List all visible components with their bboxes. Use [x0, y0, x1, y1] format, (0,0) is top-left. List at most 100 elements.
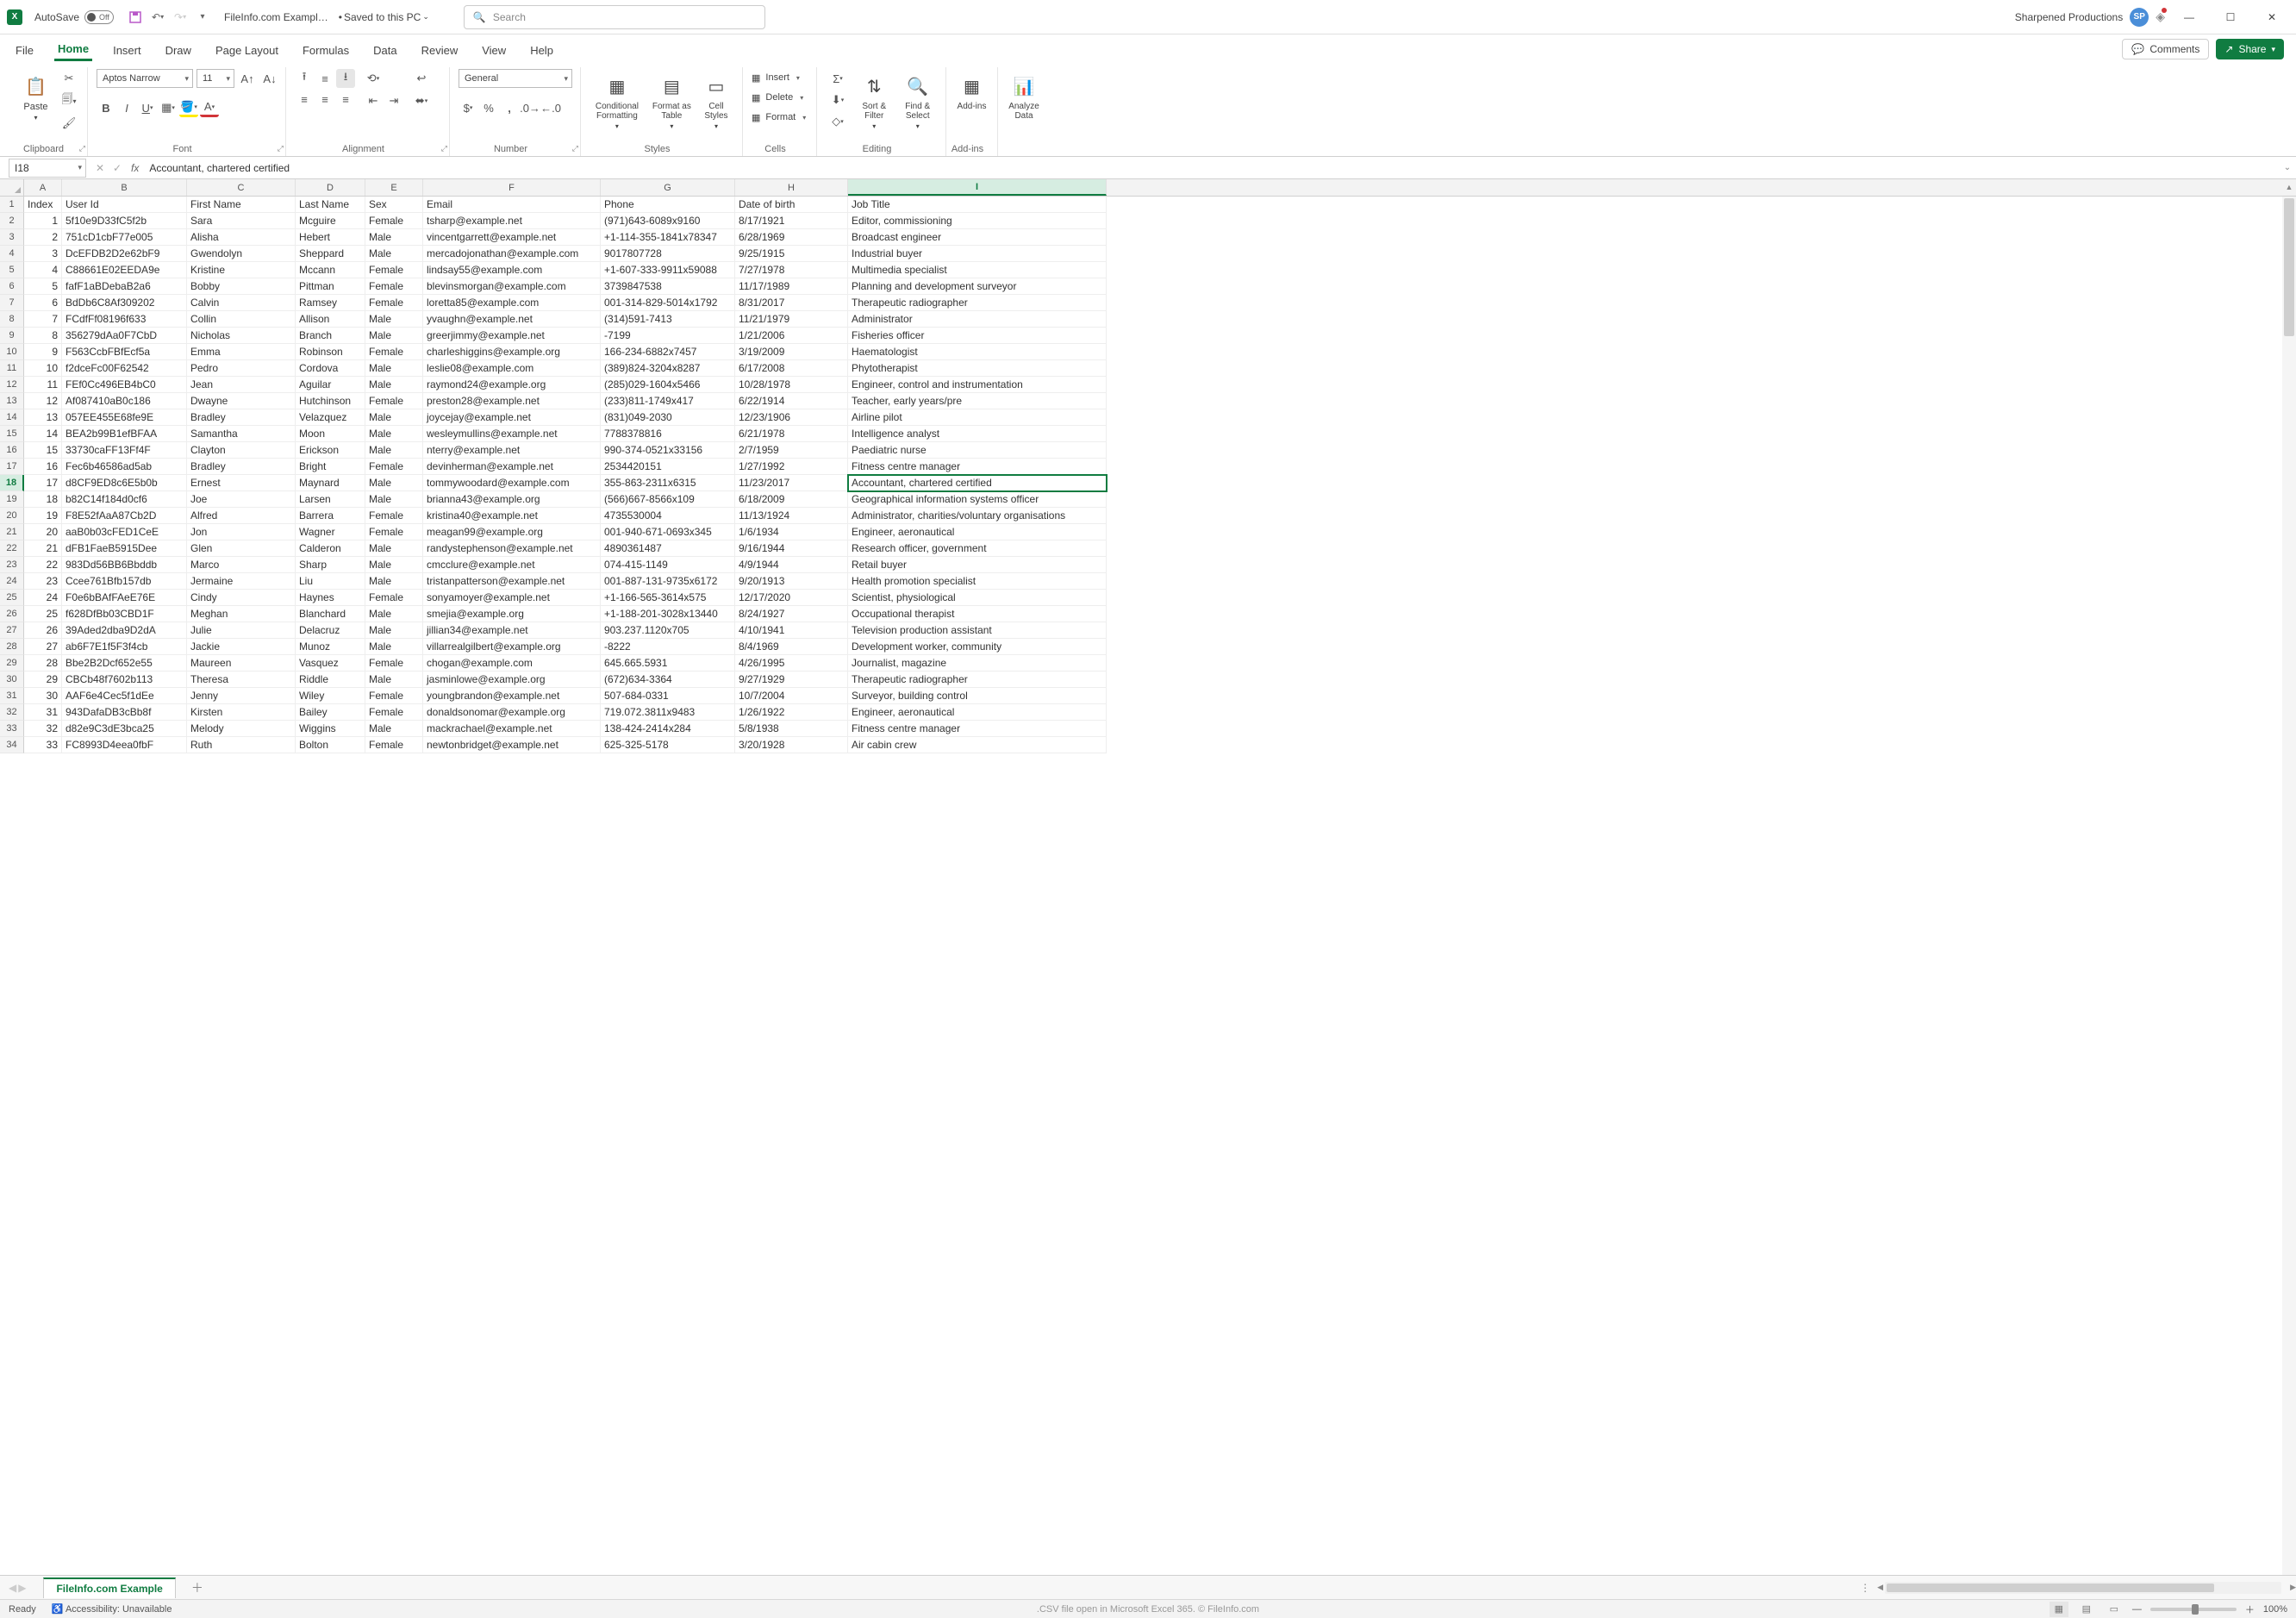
data-cell[interactable]: 11/23/2017 — [735, 475, 848, 491]
row-header[interactable]: 14 — [0, 409, 24, 426]
ribbon-tab-home[interactable]: Home — [54, 37, 92, 61]
data-cell[interactable]: 17 — [24, 475, 62, 491]
data-cell[interactable]: nterry@example.net — [423, 442, 601, 459]
data-cell[interactable]: Occupational therapist — [848, 606, 1107, 622]
column-header-A[interactable]: A — [24, 179, 62, 196]
data-cell[interactable]: 33 — [24, 737, 62, 753]
data-cell[interactable]: 26 — [24, 622, 62, 639]
orientation-button[interactable]: ⟲▾ — [364, 69, 383, 88]
data-cell[interactable]: Robinson — [296, 344, 365, 360]
data-cell[interactable]: Julie — [187, 622, 296, 639]
data-cell[interactable]: Geographical information systems officer — [848, 491, 1107, 508]
data-cell[interactable]: d8CF9ED8c6E5b0b — [62, 475, 187, 491]
data-cell[interactable]: 22 — [24, 557, 62, 573]
data-cell[interactable]: 33730caFF13Ff4F — [62, 442, 187, 459]
data-cell[interactable]: FCdfFf08196f633 — [62, 311, 187, 328]
data-cell[interactable]: Therapeutic radiographer — [848, 295, 1107, 311]
data-cell[interactable]: 9 — [24, 344, 62, 360]
percent-format-button[interactable]: % — [479, 98, 498, 117]
data-cell[interactable]: 10 — [24, 360, 62, 377]
data-cell[interactable]: yvaughn@example.net — [423, 311, 601, 328]
data-cell[interactable]: wesleymullins@example.net — [423, 426, 601, 442]
data-cell[interactable]: CBCb48f7602b113 — [62, 672, 187, 688]
window-maximize-button[interactable]: ☐ — [2213, 4, 2248, 30]
data-cell[interactable]: 5 — [24, 278, 62, 295]
row-header[interactable]: 3 — [0, 229, 24, 246]
data-cell[interactable]: Female — [365, 393, 423, 409]
ribbon-tab-view[interactable]: View — [478, 39, 509, 60]
data-cell[interactable]: 645.665.5931 — [601, 655, 735, 672]
font-size-combo[interactable]: 11 — [197, 69, 234, 88]
data-cell[interactable]: Female — [365, 213, 423, 229]
data-cell[interactable]: 9/27/1929 — [735, 672, 848, 688]
data-cell[interactable]: Female — [365, 459, 423, 475]
data-cell[interactable]: 5/8/1938 — [735, 721, 848, 737]
data-cell[interactable]: 356279dAa0F7CbD — [62, 328, 187, 344]
align-left-button[interactable]: ≡ — [295, 90, 314, 109]
formula-bar-expand[interactable]: ⌄ — [2279, 163, 2296, 172]
data-cell[interactable]: f628DfBb03CBD1F — [62, 606, 187, 622]
increase-indent-button[interactable]: ⇥ — [384, 91, 403, 110]
horizontal-scrollbar[interactable] — [1885, 1582, 2281, 1594]
data-cell[interactable]: 9/16/1944 — [735, 540, 848, 557]
data-cell[interactable]: raymond24@example.org — [423, 377, 601, 393]
data-cell[interactable]: Dwayne — [187, 393, 296, 409]
data-cell[interactable]: 074-415-1149 — [601, 557, 735, 573]
addins-button[interactable]: ▦ Add-ins — [955, 69, 989, 111]
row-header[interactable]: 13 — [0, 393, 24, 409]
add-sheet-button[interactable]: ＋ — [188, 1578, 207, 1597]
analyze-data-button[interactable]: 📊 Analyze Data — [1007, 69, 1041, 121]
data-cell[interactable]: Pittman — [296, 278, 365, 295]
find-select-button[interactable]: 🔍 Find & Select▾ — [899, 69, 938, 130]
name-box[interactable]: I18 — [9, 159, 86, 178]
number-format-combo[interactable]: General — [459, 69, 572, 88]
user-name[interactable]: Sharpened Productions — [2015, 11, 2123, 23]
underline-button[interactable]: U▾ — [138, 98, 157, 117]
data-cell[interactable]: 6/28/1969 — [735, 229, 848, 246]
row-header[interactable]: 16 — [0, 442, 24, 459]
data-cell[interactable]: FC8993D4eea0fbF — [62, 737, 187, 753]
data-cell[interactable]: preston28@example.net — [423, 393, 601, 409]
data-cell[interactable]: (672)634-3364 — [601, 672, 735, 688]
data-cell[interactable]: Editor, commissioning — [848, 213, 1107, 229]
data-cell[interactable]: 1/21/2006 — [735, 328, 848, 344]
data-cell[interactable]: 4 — [24, 262, 62, 278]
data-cell[interactable]: vincentgarrett@example.net — [423, 229, 601, 246]
data-cell[interactable]: 8 — [24, 328, 62, 344]
data-cell[interactable]: 9017807728 — [601, 246, 735, 262]
row-header[interactable]: 10 — [0, 344, 24, 360]
data-cell[interactable]: leslie08@example.com — [423, 360, 601, 377]
data-cell[interactable]: Melody — [187, 721, 296, 737]
data-cell[interactable]: Jean — [187, 377, 296, 393]
save-icon[interactable] — [124, 6, 147, 28]
ribbon-tab-data[interactable]: Data — [370, 39, 400, 60]
data-cell[interactable]: Male — [365, 622, 423, 639]
data-cell[interactable]: 1/26/1922 — [735, 704, 848, 721]
window-minimize-button[interactable]: ― — [2172, 4, 2206, 30]
row-header[interactable]: 22 — [0, 540, 24, 557]
data-cell[interactable]: 2/7/1959 — [735, 442, 848, 459]
font-color-button[interactable]: A▾ — [200, 98, 219, 117]
data-cell[interactable]: lindsay55@example.com — [423, 262, 601, 278]
data-cell[interactable]: +1-188-201-3028x13440 — [601, 606, 735, 622]
undo-button[interactable]: ↶▾ — [147, 6, 169, 28]
data-cell[interactable]: Industrial buyer — [848, 246, 1107, 262]
data-cell[interactable]: Calvin — [187, 295, 296, 311]
format-painter-button[interactable]: 🖌 — [59, 114, 78, 133]
header-cell[interactable]: Phone — [601, 197, 735, 213]
data-cell[interactable]: (831)049-2030 — [601, 409, 735, 426]
data-cell[interactable]: Multimedia specialist — [848, 262, 1107, 278]
data-cell[interactable]: loretta85@example.com — [423, 295, 601, 311]
decrease-font-button[interactable]: A↓ — [260, 69, 279, 88]
data-cell[interactable]: Aguilar — [296, 377, 365, 393]
data-cell[interactable]: 25 — [24, 606, 62, 622]
data-cell[interactable]: Male — [365, 475, 423, 491]
data-cell[interactable]: Wagner — [296, 524, 365, 540]
data-cell[interactable]: 7/27/1978 — [735, 262, 848, 278]
data-cell[interactable]: Emma — [187, 344, 296, 360]
data-cell[interactable]: Maynard — [296, 475, 365, 491]
data-cell[interactable]: 3 — [24, 246, 62, 262]
data-cell[interactable]: Sharp — [296, 557, 365, 573]
data-cell[interactable]: 16 — [24, 459, 62, 475]
data-cell[interactable]: Riddle — [296, 672, 365, 688]
